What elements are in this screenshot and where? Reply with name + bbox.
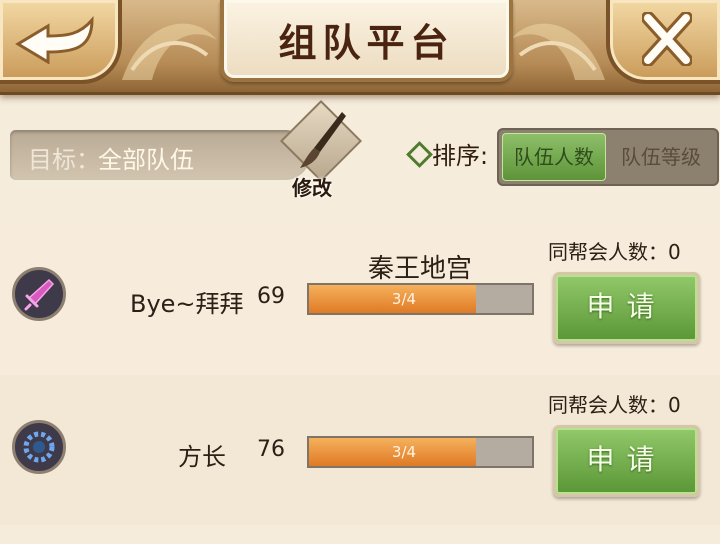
team-progress-text: 3/4 — [391, 290, 417, 308]
team-dungeon: 秦王地宫 — [368, 254, 473, 284]
apply-button[interactable]: 申请 — [553, 272, 700, 344]
guild-member-count: 同帮会人数：0 — [548, 393, 681, 417]
team-leader-name: 方长 — [178, 443, 226, 471]
ornament-right — [510, 23, 605, 80]
brush-icon — [300, 112, 346, 168]
close-icon — [642, 12, 692, 66]
sort-option-team-level[interactable]: 队伍等级 — [609, 133, 713, 181]
team-row: 方长 76 3/4 同帮会人数：0 申请 — [0, 375, 720, 525]
edit-target-button[interactable]: 修改 — [279, 99, 363, 202]
header-bar: 组队平台 — [0, 0, 720, 95]
close-button[interactable] — [606, 0, 720, 84]
target-prefix-label: 目标： — [28, 146, 100, 174]
sort-label: 排序: — [432, 142, 489, 170]
back-arrow-icon — [15, 15, 94, 64]
team-row: Bye~拜拜 69 秦王地宫 3/4 同帮会人数：0 申请 — [0, 222, 720, 372]
back-button[interactable] — [0, 0, 122, 84]
beads-emblem-icon — [23, 431, 55, 463]
team-progress-bar: 3/4 — [307, 436, 534, 468]
team-progress-text: 3/4 — [391, 443, 417, 461]
team-level: 69 — [257, 284, 285, 309]
sword-emblem-icon — [24, 278, 55, 311]
team-progress-bar: 3/4 — [307, 283, 534, 315]
apply-button[interactable]: 申请 — [553, 425, 700, 497]
sort-toggle: 队伍人数 队伍等级 — [497, 128, 719, 186]
edit-label: 修改 — [292, 176, 332, 200]
target-value-label: 全部队伍 — [98, 146, 194, 174]
guild-member-count: 同帮会人数：0 — [548, 240, 681, 264]
target-filter: 目标： 全部队伍 — [10, 130, 310, 180]
title-plate: 组队平台 — [220, 0, 513, 82]
sort-option-team-size[interactable]: 队伍人数 — [502, 133, 606, 181]
sort-diamond-icon — [406, 141, 433, 168]
team-level: 76 — [257, 437, 285, 462]
team-emblem — [12, 267, 66, 321]
team-leader-name: Bye~拜拜 — [130, 290, 244, 318]
page-title: 组队平台 — [278, 20, 455, 65]
team-emblem — [12, 420, 66, 474]
ornament-left — [122, 23, 217, 80]
